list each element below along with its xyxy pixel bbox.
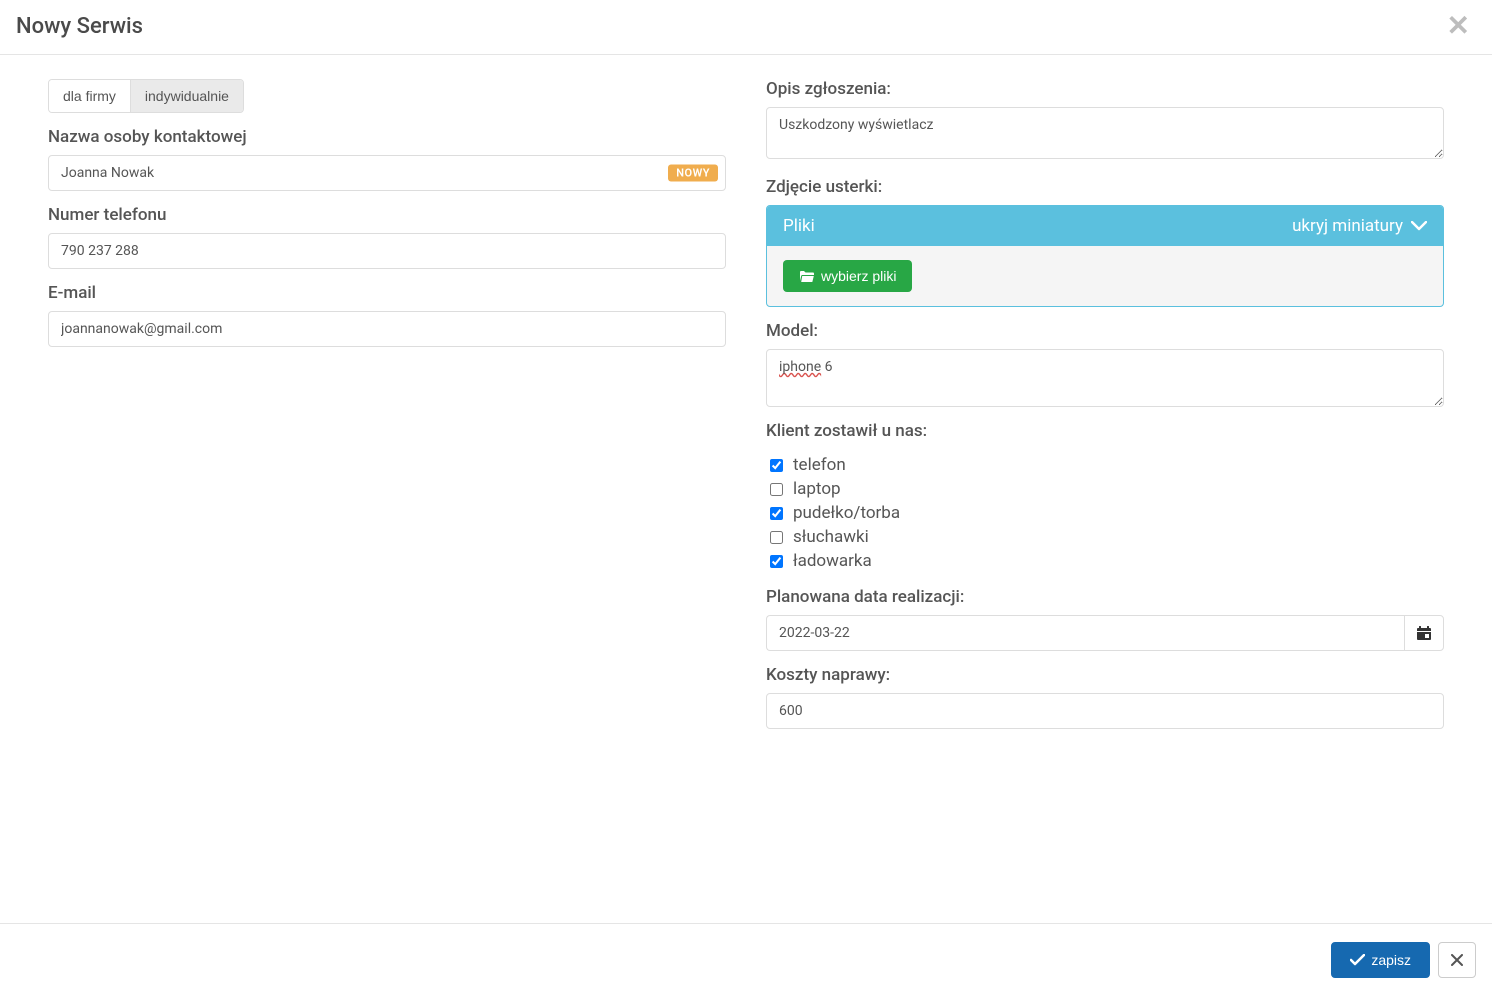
file-panel: Pliki ukryj miniatury bbox=[766, 205, 1444, 307]
checklist-label: słuchawki bbox=[793, 527, 869, 547]
save-button-label: zapisz bbox=[1371, 952, 1411, 968]
description-label: Opis zgłoszenia: bbox=[766, 79, 1444, 99]
phone-label: Numer telefonu bbox=[48, 205, 726, 225]
checklist-label: telefon bbox=[793, 455, 846, 475]
tab-individual[interactable]: indywidualnie bbox=[130, 80, 243, 112]
checklist-item: telefon bbox=[770, 453, 1444, 477]
close-icon[interactable]: ✕ bbox=[1441, 12, 1476, 40]
calendar-icon bbox=[1416, 626, 1432, 641]
customer-type-tabs: dla firmy indywidualnie bbox=[48, 79, 244, 113]
checklist-item: laptop bbox=[770, 477, 1444, 501]
phone-input[interactable] bbox=[48, 233, 726, 269]
contact-name-label: Nazwa osoby kontaktowej bbox=[48, 127, 726, 147]
checklist-checkbox-0[interactable] bbox=[770, 459, 783, 472]
folder-open-icon bbox=[799, 270, 815, 283]
close-icon bbox=[1451, 954, 1463, 966]
tab-company[interactable]: dla firmy bbox=[49, 80, 130, 112]
cost-label: Koszty naprawy: bbox=[766, 665, 1444, 685]
model-label: Model: bbox=[766, 321, 1444, 341]
model-text-rest: 6 bbox=[821, 359, 832, 375]
checklist-label: laptop bbox=[793, 479, 841, 499]
checklist-checkbox-3[interactable] bbox=[770, 531, 783, 544]
new-badge: NOWY bbox=[668, 165, 718, 182]
email-input[interactable] bbox=[48, 311, 726, 347]
left-items-checklist: telefon laptop pudełko/torba słuchawki ładow… bbox=[766, 449, 1444, 573]
description-input[interactable] bbox=[766, 107, 1444, 159]
choose-files-label: wybierz pliki bbox=[821, 268, 896, 284]
cost-input[interactable] bbox=[766, 693, 1444, 729]
date-picker-button[interactable] bbox=[1404, 615, 1444, 651]
model-text-misspelled: iphone bbox=[779, 359, 821, 375]
checklist-item: ładowarka bbox=[770, 549, 1444, 573]
checklist-item: pudełko/torba bbox=[770, 501, 1444, 525]
checklist-label: pudełko/torba bbox=[793, 503, 900, 523]
chevron-down-icon bbox=[1411, 221, 1427, 231]
toggle-thumbnails-label: ukryj miniatury bbox=[1292, 216, 1403, 236]
left-items-label: Klient zostawił u nas: bbox=[766, 421, 1444, 441]
modal-title: Nowy Serwis bbox=[16, 14, 143, 39]
toggle-thumbnails[interactable]: ukryj miniatury bbox=[1292, 216, 1427, 236]
check-icon bbox=[1350, 954, 1365, 966]
file-panel-title: Pliki bbox=[783, 216, 815, 236]
checklist-label: ładowarka bbox=[793, 551, 872, 571]
checklist-checkbox-2[interactable] bbox=[770, 507, 783, 520]
cancel-button[interactable] bbox=[1438, 942, 1476, 978]
planned-date-input[interactable] bbox=[766, 615, 1404, 651]
checklist-checkbox-1[interactable] bbox=[770, 483, 783, 496]
checklist-checkbox-4[interactable] bbox=[770, 555, 783, 568]
model-input[interactable]: iphone 6 bbox=[766, 349, 1444, 407]
save-button[interactable]: zapisz bbox=[1331, 942, 1430, 978]
planned-date-label: Planowana data realizacji: bbox=[766, 587, 1444, 607]
contact-name-input[interactable] bbox=[48, 155, 726, 191]
email-label: E-mail bbox=[48, 283, 726, 303]
choose-files-button[interactable]: wybierz pliki bbox=[783, 260, 912, 292]
checklist-item: słuchawki bbox=[770, 525, 1444, 549]
photo-label: Zdjęcie usterki: bbox=[766, 177, 1444, 197]
